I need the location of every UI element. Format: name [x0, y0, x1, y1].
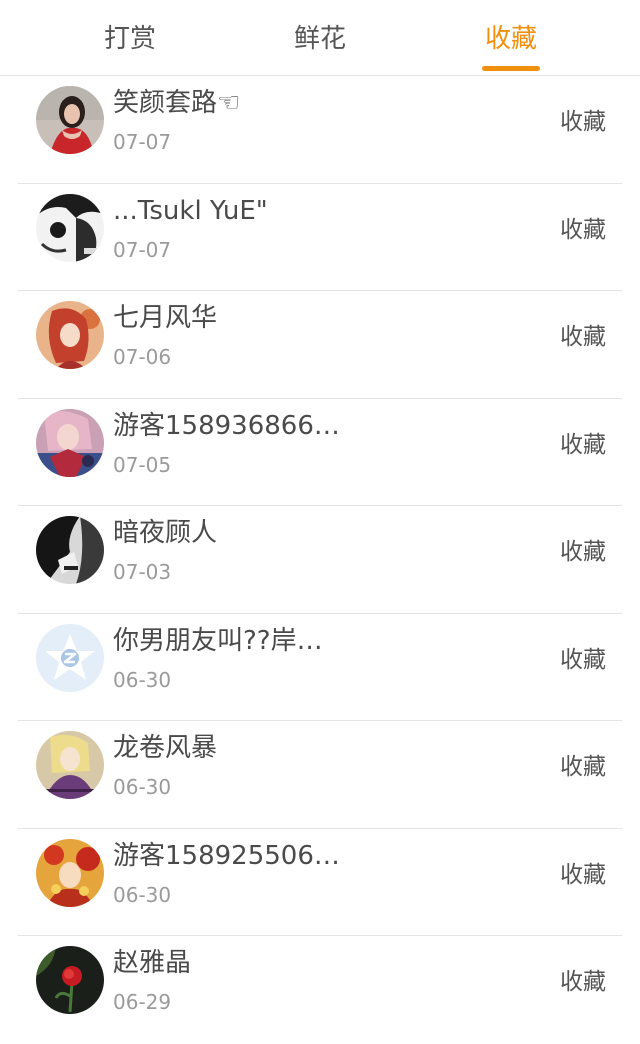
favorite-button[interactable]: 收藏 [560, 429, 606, 461]
tab-favorites[interactable]: 收藏 [441, 0, 581, 76]
tab-flowers[interactable]: 鲜花 [250, 0, 390, 76]
list-item[interactable]: 游客158925506… 06-30 收藏 [0, 829, 640, 936]
user-name: ...Tsukl YuE" [113, 195, 268, 226]
favorite-button[interactable]: 收藏 [560, 106, 606, 138]
avatar-image [36, 946, 104, 1014]
active-tab-indicator [482, 66, 540, 71]
list-item[interactable]: 龙卷风暴 06-30 收藏 [0, 721, 640, 829]
avatar[interactable] [36, 301, 104, 369]
favorite-button[interactable]: 收藏 [560, 321, 606, 353]
list-item[interactable]: 七月风华 07-06 收藏 [0, 291, 640, 399]
date: 07-07 [113, 130, 172, 154]
avatar[interactable] [36, 946, 104, 1014]
user-name: 游客158936866… [113, 410, 340, 441]
favorite-button[interactable]: 收藏 [560, 536, 606, 568]
avatar[interactable] [36, 623, 104, 692]
user-name: 龙卷风暴 [113, 733, 218, 763]
favorites-list: 笑颜套路☜ 07-07 收藏 ...Tsukl YuE" 07-07 收藏 七月… [0, 76, 640, 1044]
list-item[interactable]: 游客158936866… 07-05 收藏 [0, 399, 640, 506]
tab-reward[interactable]: 打赏 [60, 0, 200, 76]
favorite-button[interactable]: 收藏 [560, 966, 606, 998]
avatar-image [36, 301, 104, 369]
user-name: 赵雅晶 [113, 948, 192, 978]
avatar[interactable] [36, 193, 104, 262]
date: 07-07 [113, 237, 172, 262]
avatar-image [36, 516, 104, 584]
user-name: 游客158925506… [113, 840, 340, 871]
list-item[interactable]: ...Tsukl YuE" 07-07 收藏 [0, 184, 640, 291]
date: 07-03 [113, 560, 172, 584]
avatar-image [36, 193, 104, 262]
date: 06-30 [113, 775, 172, 799]
favorite-button[interactable]: 收藏 [560, 644, 606, 676]
default-avatar-star-icon [36, 623, 104, 692]
avatar-image [36, 86, 104, 154]
list-item[interactable]: 赵雅晶 06-29 收藏 [0, 936, 640, 1044]
favorite-button[interactable]: 收藏 [560, 214, 606, 246]
list-item[interactable]: 笑颜套路☜ 07-07 收藏 [0, 76, 640, 184]
date: 06-30 [113, 667, 172, 692]
avatar-image [36, 408, 104, 477]
avatar[interactable] [36, 731, 104, 799]
date: 07-06 [113, 345, 172, 369]
favorite-button[interactable]: 收藏 [560, 859, 606, 891]
tab-bar: 打赏 鲜花 收藏 [0, 0, 640, 76]
avatar[interactable] [36, 86, 104, 154]
date: 06-29 [113, 990, 172, 1014]
list-item[interactable]: 暗夜顾人 07-03 收藏 [0, 506, 640, 614]
avatar[interactable] [36, 408, 104, 477]
avatar[interactable] [36, 516, 104, 584]
user-name: 暗夜顾人 [113, 518, 218, 548]
user-name: 你男朋友叫??岸… [113, 625, 323, 656]
favorite-button[interactable]: 收藏 [560, 751, 606, 783]
avatar[interactable] [36, 838, 104, 907]
avatar-image [36, 731, 104, 799]
user-name: 七月风华 [113, 303, 218, 333]
date: 06-30 [113, 882, 172, 907]
date: 07-05 [113, 452, 172, 477]
user-name: 笑颜套路☜ [113, 88, 241, 118]
avatar-image [36, 838, 104, 907]
list-item[interactable]: 你男朋友叫??岸… 06-30 收藏 [0, 614, 640, 721]
